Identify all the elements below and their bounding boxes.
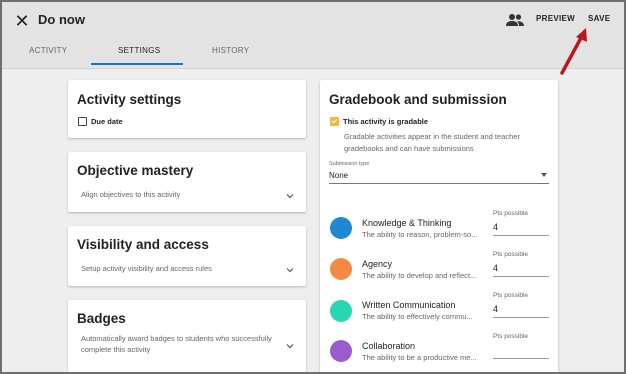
criterion-name: Written Communication	[362, 300, 456, 310]
points-input-underline	[493, 276, 549, 277]
top-header: ✕ Do now PREVIEW SAVE ACTIVITY SETTINGS …	[2, 2, 624, 69]
close-icon[interactable]: ✕	[12, 11, 32, 31]
criterion-description: The ability to effectively commu...	[362, 312, 473, 321]
objective-mastery-card[interactable]: Objective mastery Align objectives to th…	[68, 152, 306, 212]
tab-history[interactable]: HISTORY	[212, 46, 249, 55]
criterion-name: Agency	[362, 259, 393, 269]
points-input-underline	[493, 235, 549, 236]
card-subtitle-line1: Automatically award badges to students w…	[81, 334, 272, 343]
submission-type-underline	[329, 183, 549, 184]
points-input[interactable]: 4	[493, 222, 498, 232]
points-label: Pts possible	[493, 251, 529, 258]
points-input[interactable]: 4	[493, 263, 498, 273]
people-icon[interactable]	[506, 13, 524, 27]
chevron-down-icon[interactable]	[286, 266, 294, 274]
points-label: Pts possible	[493, 210, 529, 217]
points-label: Pts possible	[493, 333, 529, 340]
activity-settings-card: Activity settings Due date	[68, 80, 306, 138]
app-window: ✕ Do now PREVIEW SAVE ACTIVITY SETTINGS …	[2, 2, 624, 372]
criterion-color-dot	[330, 258, 352, 280]
points-label: Pts possible	[493, 292, 529, 299]
save-button[interactable]: SAVE	[588, 14, 610, 23]
criterion-description: The ability to be a productive me...	[362, 353, 477, 362]
card-subtitle-line2: complete this activity	[81, 345, 151, 354]
annotation-arrow	[560, 28, 587, 75]
gradable-description-line2: gradebooks and can have submissions	[344, 144, 474, 153]
tab-settings[interactable]: SETTINGS	[118, 46, 160, 55]
submission-type-select[interactable]: None	[329, 171, 348, 180]
card-title: Visibility and access	[77, 237, 209, 252]
tab-activity[interactable]: ACTIVITY	[29, 46, 67, 55]
card-title: Activity settings	[77, 92, 182, 107]
badges-card[interactable]: Badges Automatically award badges to stu…	[68, 300, 306, 372]
active-tab-indicator	[91, 63, 183, 65]
criterion-color-dot	[330, 217, 352, 239]
points-input[interactable]: 4	[493, 304, 498, 314]
criterion-color-dot	[330, 340, 352, 362]
criterion-description: The ability to develop and reflect...	[362, 271, 477, 280]
gradable-checkbox[interactable]	[330, 117, 339, 126]
card-subtitle: Align objectives to this activity	[81, 190, 181, 199]
due-date-checkbox[interactable]	[78, 117, 87, 126]
criterion-name: Knowledge & Thinking	[362, 218, 452, 228]
criterion-color-dot	[330, 300, 352, 322]
preview-button[interactable]: PREVIEW	[536, 14, 575, 23]
chevron-down-icon[interactable]	[286, 192, 294, 200]
points-input-underline	[493, 358, 549, 359]
page-title: Do now	[38, 12, 85, 27]
submission-type-label: Submission type	[329, 161, 370, 167]
card-subtitle: Setup activity visibility and access rul…	[81, 264, 212, 273]
dropdown-arrow-icon[interactable]	[541, 173, 547, 177]
card-title: Badges	[77, 311, 126, 326]
card-title: Objective mastery	[77, 163, 194, 178]
visibility-access-card[interactable]: Visibility and access Setup activity vis…	[68, 226, 306, 286]
card-title: Gradebook and submission	[329, 92, 507, 107]
chevron-down-icon[interactable]	[286, 342, 294, 350]
criterion-name: Collaboration	[362, 341, 416, 351]
gradebook-card: Gradebook and submission This activity i…	[320, 80, 558, 372]
criterion-description: The ability to reason, problem-so...	[362, 230, 478, 239]
gradable-description-line1: Gradable activities appear in the studen…	[344, 132, 520, 141]
points-input-underline	[493, 317, 549, 318]
due-date-label: Due date	[91, 117, 123, 126]
gradable-label: This activity is gradable	[343, 117, 429, 126]
